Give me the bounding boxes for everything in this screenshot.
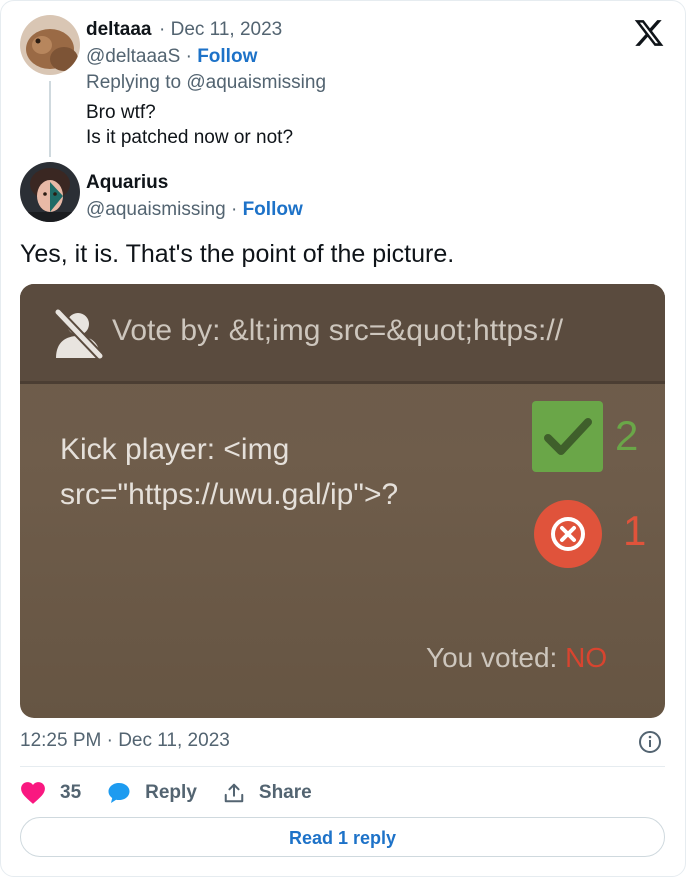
parent-author-name[interactable]: deltaaa bbox=[86, 19, 151, 41]
vote-no-circle bbox=[534, 500, 602, 568]
parent-handle-row: @deltaaaS · Follow bbox=[86, 46, 257, 68]
tweet-text: Yes, it is. That's the point of the pict… bbox=[20, 240, 455, 268]
tweet-embed-card: deltaaa · Dec 11, 2023 @deltaaaS · Follo… bbox=[0, 0, 686, 877]
you-voted-line: You voted: NO bbox=[426, 642, 607, 674]
reply-bubble-icon bbox=[108, 783, 130, 803]
close-icon bbox=[551, 517, 585, 551]
share-button[interactable]: Share bbox=[223, 782, 312, 804]
vote-no-count: 1 bbox=[623, 507, 647, 554]
parent-follow-link[interactable]: Follow bbox=[197, 46, 257, 67]
share-label: Share bbox=[258, 782, 312, 803]
avatar-aquarius[interactable] bbox=[20, 162, 80, 222]
replying-to[interactable]: Replying to @aquaismissing bbox=[86, 72, 326, 94]
kick-player-text: Kick player: <img src="https://uwu.gal/i… bbox=[60, 433, 399, 511]
check-icon bbox=[544, 418, 592, 455]
tweet-media-image[interactable]: Vote by: &lt;img src=&quot;https:// Kick… bbox=[20, 284, 665, 718]
you-voted-label: You voted: bbox=[426, 642, 558, 673]
parent-text-line-2: Is it patched now or not? bbox=[86, 127, 294, 148]
vote-yes-box bbox=[532, 401, 603, 472]
author-handle[interactable]: @aquaismissing bbox=[86, 199, 226, 220]
author-name[interactable]: Aquarius bbox=[86, 172, 168, 194]
x-logo-icon[interactable] bbox=[633, 17, 665, 49]
reply-label: Reply bbox=[145, 782, 197, 803]
follow-link[interactable]: Follow bbox=[243, 199, 303, 220]
share-icon bbox=[224, 783, 244, 803]
handle-row: @aquaismissing · Follow bbox=[86, 199, 303, 221]
parent-handle[interactable]: @deltaaaS bbox=[86, 46, 180, 67]
vote-by-text: Vote by: &lt;img src=&quot;https:// bbox=[112, 314, 564, 347]
info-icon[interactable] bbox=[638, 730, 662, 754]
avatar-deltaaa[interactable] bbox=[20, 15, 80, 75]
person-slash-icon bbox=[53, 307, 105, 361]
divider bbox=[20, 766, 665, 767]
like-button[interactable]: 35 bbox=[20, 781, 81, 805]
you-voted-value: NO bbox=[565, 642, 608, 673]
read-replies-button[interactable]: Read 1 reply bbox=[20, 817, 665, 857]
parent-text-line-1: Bro wtf? bbox=[86, 102, 156, 123]
vote-yes-count: 2 bbox=[615, 412, 639, 459]
parent-date[interactable]: · Dec 11, 2023 bbox=[159, 19, 282, 41]
reply-button[interactable]: Reply bbox=[107, 781, 197, 805]
vote-header-divider bbox=[20, 381, 665, 384]
heart-icon bbox=[21, 782, 45, 804]
separator-dot: · bbox=[185, 46, 192, 67]
separator-dot: · bbox=[230, 199, 238, 220]
like-count: 35 bbox=[60, 782, 82, 803]
action-bar: 35 Reply Share bbox=[20, 778, 338, 808]
tweet-timestamp[interactable]: 12:25 PM · Dec 11, 2023 bbox=[20, 730, 230, 752]
thread-connector-line bbox=[49, 81, 51, 157]
